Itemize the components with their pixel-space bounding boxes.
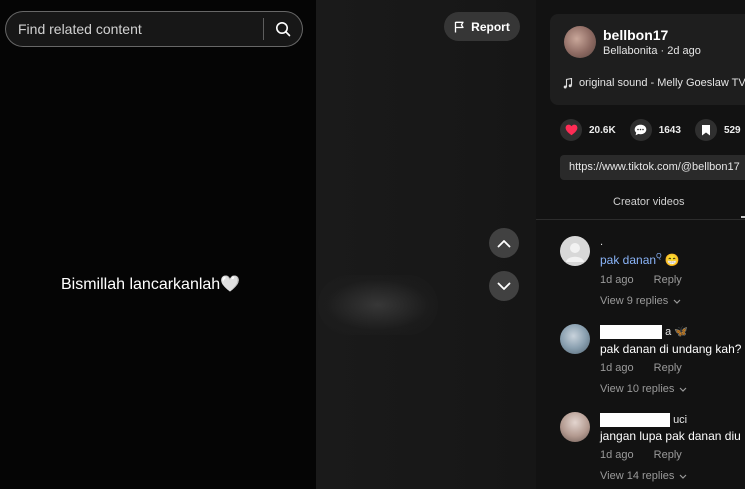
commenter-avatar[interactable] <box>560 324 590 354</box>
commenter-name[interactable]: a 🦋 <box>600 325 688 340</box>
panel-tabs: Creator videos <box>536 194 745 220</box>
flag-icon <box>455 21 464 32</box>
music-link[interactable]: original sound - Melly Goeslaw TV <box>563 77 745 89</box>
comment-count: 1643 <box>658 124 681 136</box>
redacted-name <box>600 413 670 427</box>
music-note-icon <box>563 77 573 88</box>
comment-text: jangan lupa pak danan diu <box>600 429 741 443</box>
next-video-button[interactable] <box>489 271 519 301</box>
view-replies-label: View 10 replies <box>600 383 675 395</box>
comment-meta: 1d ago Reply <box>600 274 682 286</box>
comment-date: 1d ago <box>600 449 634 461</box>
search-button[interactable] <box>264 12 302 46</box>
comment-emoji: 😁 <box>664 253 680 267</box>
comment-date: 1d ago <box>600 274 634 286</box>
view-replies-button[interactable]: View 9 replies <box>600 295 681 307</box>
comment-icon-wrap <box>629 119 652 141</box>
heart-icon <box>565 124 577 136</box>
like-count: 20.6K <box>589 124 616 136</box>
reply-button[interactable]: Reply <box>654 362 682 374</box>
commenter-avatar[interactable] <box>560 236 590 266</box>
search-input[interactable] <box>6 12 263 46</box>
commenter-name-suffix: uci <box>673 413 688 426</box>
redacted-name <box>600 325 662 340</box>
search-bar[interactable] <box>5 11 303 47</box>
comment-meta: 1d ago Reply <box>600 362 682 374</box>
view-replies-button[interactable]: View 10 replies <box>600 383 687 395</box>
commenter-name[interactable]: uci <box>600 413 687 427</box>
background-blur-highlight <box>318 275 438 335</box>
chevron-down-icon <box>679 474 687 479</box>
video-caption: Bismillah lancarkanlah🤍 <box>61 276 241 293</box>
tab-creator-videos[interactable]: Creator videos <box>613 196 685 208</box>
video-link-field[interactable]: https://www.tiktok.com/@bellbon17 <box>560 155 745 180</box>
commenter-name-suffix: a 🦋 <box>665 326 688 338</box>
bookmark-icon <box>701 125 710 136</box>
details-panel: bellbon17 Bellabonita · 2d ago original … <box>536 0 745 489</box>
comment-button[interactable]: 1643 <box>629 119 681 141</box>
mention-mark: Q <box>656 253 662 260</box>
view-replies-label: View 14 replies <box>600 470 675 482</box>
comment-icon <box>634 124 647 136</box>
author-card: bellbon17 Bellabonita · 2d ago original … <box>550 14 745 105</box>
save-count: 529 <box>723 124 741 136</box>
save-button[interactable]: 529 <box>694 119 741 141</box>
view-replies-button[interactable]: View 14 replies <box>600 470 687 482</box>
comment-meta: 1d ago Reply <box>600 449 682 461</box>
video-player[interactable]: Bismillah lancarkanlah🤍 Report <box>0 0 536 489</box>
chevron-up-icon <box>497 239 511 247</box>
tab-indicator <box>741 216 745 218</box>
like-button[interactable]: 20.6K <box>560 119 616 141</box>
music-title: original sound - Melly Goeslaw TV <box>579 77 745 89</box>
commenter-avatar[interactable] <box>560 412 590 442</box>
like-icon-wrap <box>560 119 582 141</box>
commenter-name[interactable]: . <box>600 236 603 248</box>
report-label: Report <box>471 19 510 34</box>
save-icon-wrap <box>694 119 717 141</box>
comment-text: pak danan di undang kah? <box>600 342 742 356</box>
view-replies-label: View 9 replies <box>600 295 669 307</box>
video-frame[interactable] <box>0 0 316 489</box>
chevron-down-icon <box>679 387 687 392</box>
tiktok-video-page: Bismillah lancarkanlah🤍 Report bellbon17… <box>0 0 745 489</box>
comment-mention[interactable]: pak danan <box>600 253 656 267</box>
author-nickname-date: Bellabonita · 2d ago <box>603 45 701 57</box>
engagement-stats: 20.6K 1643 529 <box>560 119 741 141</box>
reply-button[interactable]: Reply <box>654 274 682 286</box>
author-username[interactable]: bellbon17 <box>603 27 668 43</box>
chevron-down-icon <box>673 299 681 304</box>
report-button[interactable]: Report <box>444 12 520 41</box>
comment-date: 1d ago <box>600 362 634 374</box>
chevron-down-icon <box>497 282 511 290</box>
author-avatar[interactable] <box>564 26 596 58</box>
previous-video-button[interactable] <box>489 228 519 258</box>
default-avatar-icon <box>566 243 584 262</box>
comment-text: pak dananQ 😁 <box>600 253 680 267</box>
reply-button[interactable]: Reply <box>654 449 682 461</box>
search-icon <box>276 22 291 37</box>
